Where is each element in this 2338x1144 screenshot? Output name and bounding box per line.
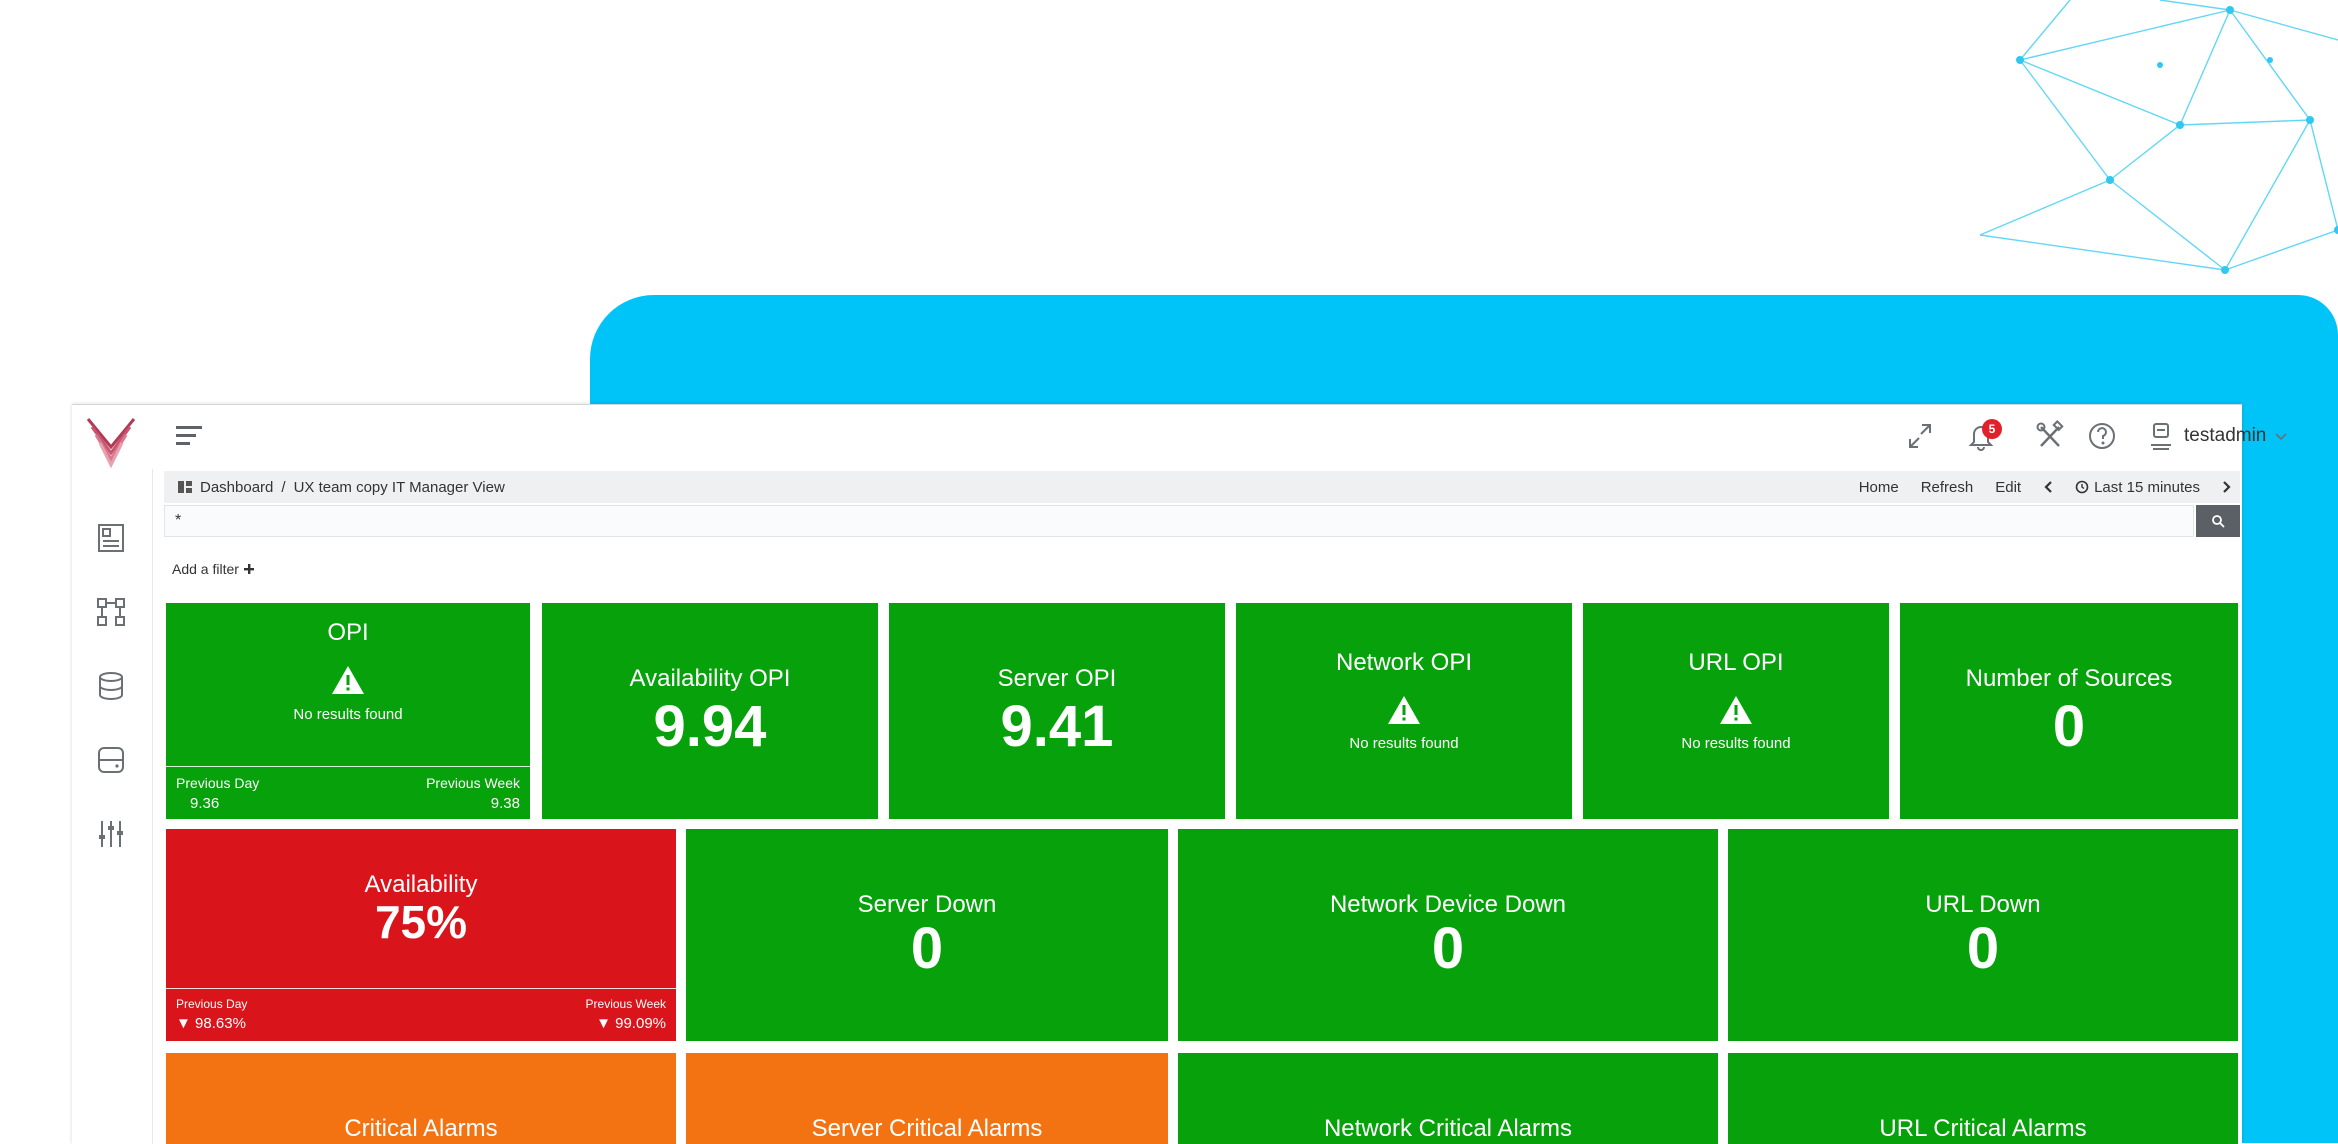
search-icon — [2212, 515, 2225, 528]
database-icon[interactable] — [94, 669, 128, 703]
breadcrumb-current: UX team copy IT Manager View — [293, 478, 505, 496]
tile-title: URL OPI — [1688, 649, 1784, 676]
topology-icon[interactable] — [94, 595, 128, 629]
query-input[interactable] — [164, 505, 2194, 537]
search-button[interactable] — [2196, 505, 2240, 537]
tile-network-opi[interactable]: Network OPI No results found — [1236, 603, 1572, 819]
tile-number-of-sources[interactable]: Number of Sources 0 — [1900, 603, 2238, 819]
dashboard-actions: Home Refresh Edit Last 15 minutes — [1859, 471, 2232, 503]
top-bar: 5 testadmin — [152, 405, 2287, 469]
tile-title: Server Critical Alarms — [811, 1115, 1043, 1142]
help-icon[interactable] — [2086, 419, 2118, 453]
previous-day-label: Previous Day — [176, 775, 260, 791]
breadcrumb: Dashboard / UX team copy IT Manager View — [178, 479, 505, 496]
settings-sliders-icon[interactable] — [94, 817, 128, 851]
tile-critical-alarms[interactable]: Critical Alarms — [166, 1053, 676, 1144]
tile-title: URL Critical Alarms — [1879, 1115, 2087, 1142]
previous-week: Previous Week 9.38 — [426, 775, 520, 812]
tile-value: 0 — [1431, 916, 1465, 981]
warning-icon — [1720, 696, 1752, 724]
breadcrumb-dashboard[interactable]: Dashboard — [200, 479, 273, 496]
app-window: 5 testadmin Dashboard / UX team copy IT … — [72, 404, 2287, 1144]
warning-icon — [332, 666, 364, 694]
tile-title: Number of Sources — [1965, 665, 2173, 692]
tile-value: 75% — [374, 896, 468, 948]
sidebar — [72, 405, 153, 1144]
tile-availability-opi[interactable]: Availability OPI 9.94 — [542, 603, 878, 819]
add-filter-link[interactable]: Add a filter — [172, 561, 255, 577]
tile-value: 0 — [910, 916, 944, 981]
tile-network-device-down[interactable]: Network Device Down 0 — [1178, 829, 1718, 1041]
no-results-text: No results found — [1681, 735, 1791, 752]
plus-icon — [243, 564, 254, 574]
previous-week-label: Previous Week — [426, 775, 520, 791]
tile-server-opi[interactable]: Server OPI 9.41 — [889, 603, 1225, 819]
tools-icon[interactable] — [2034, 419, 2066, 453]
tile-server-down[interactable]: Server Down 0 — [686, 829, 1168, 1041]
time-picker[interactable]: Last 15 minutes — [2075, 479, 2200, 496]
previous-week: Previous Week ▼ 99.09% — [586, 997, 666, 1032]
query-bar — [164, 505, 2240, 539]
tile-url-down[interactable]: URL Down 0 — [1728, 829, 2238, 1041]
expand-icon[interactable] — [1904, 419, 1936, 453]
tile-title: Availability OPI — [629, 665, 791, 692]
tile-value: 0 — [2052, 694, 2086, 759]
user-icon — [2151, 423, 2171, 450]
user-name: testadmin — [2184, 425, 2267, 446]
tile-title: Network Critical Alarms — [1323, 1115, 1573, 1142]
previous-week-label: Previous Week — [585, 997, 666, 1011]
previous-day: Previous Day ▼ 98.63% — [176, 997, 247, 1032]
breadcrumb-bar: Dashboard / UX team copy IT Manager View… — [164, 471, 2240, 503]
menu-toggle-icon[interactable] — [176, 423, 206, 449]
tile-footer: Previous Day ▼ 98.63% Previous Week ▼ 99… — [166, 988, 676, 1041]
tile-title: Network OPI — [1335, 649, 1473, 676]
tile-title: Server OPI — [997, 665, 1117, 692]
time-range-label: Last 15 minutes — [2094, 478, 2200, 496]
storage-icon[interactable] — [94, 743, 128, 777]
breadcrumb-separator: / — [281, 478, 286, 496]
notification-badge: 5 — [1982, 419, 2002, 439]
previous-day: Previous Day 9.36 — [176, 775, 259, 812]
tile-value: 9.94 — [653, 694, 767, 759]
tile-availability[interactable]: Availability 75% Previous Day ▼ 98.63% P… — [166, 829, 676, 1041]
no-results-text: No results found — [293, 706, 403, 723]
tile-url-opi[interactable]: URL OPI No results found — [1583, 603, 1889, 819]
chevron-right-icon[interactable] — [2222, 480, 2232, 494]
tile-value: 9.41 — [1000, 694, 1114, 759]
previous-week-value: 99.09% — [615, 1015, 666, 1032]
tile-network-critical-alarms[interactable]: Network Critical Alarms — [1178, 1053, 1718, 1144]
tile-title: OPI — [327, 619, 369, 646]
previous-week-trend: ▼ 99.09% — [586, 1015, 666, 1032]
tile-opi[interactable]: OPI No results found Previous Day 9.36 P… — [166, 603, 530, 819]
tile-title: Critical Alarms — [344, 1115, 498, 1142]
tile-footer: Previous Day 9.36 Previous Week 9.38 — [166, 766, 530, 819]
tile-url-critical-alarms[interactable]: URL Critical Alarms — [1728, 1053, 2238, 1144]
tile-server-critical-alarms[interactable]: Server Critical Alarms — [686, 1053, 1168, 1144]
previous-day-trend: ▼ 98.63% — [176, 1015, 247, 1032]
home-link[interactable]: Home — [1859, 479, 1899, 496]
previous-day-value: 9.36 — [190, 795, 220, 812]
dashboard-small-icon — [178, 481, 192, 493]
edit-link[interactable]: Edit — [1995, 479, 2021, 496]
tile-value: 0 — [1966, 916, 2000, 981]
previous-day-label: Previous Day — [176, 997, 248, 1011]
clock-icon — [2075, 480, 2089, 494]
user-menu[interactable]: testadmin — [2148, 419, 2288, 453]
dashboard-icon[interactable] — [94, 521, 128, 555]
warning-icon — [1388, 696, 1420, 724]
chevron-down-icon — [2275, 433, 2287, 441]
notifications-button[interactable]: 5 — [1966, 419, 2014, 453]
decorative-network-pattern — [1980, 0, 2338, 274]
no-results-text: No results found — [1349, 735, 1459, 752]
refresh-link[interactable]: Refresh — [1921, 479, 1974, 496]
arrow-down-icon: ▼ — [596, 1015, 611, 1032]
previous-day-value: 98.63% — [195, 1015, 246, 1032]
arrow-down-icon: ▼ — [176, 1015, 191, 1032]
chevron-left-icon[interactable] — [2043, 480, 2053, 494]
brand-logo-icon — [86, 418, 136, 469]
add-filter-label: Add a filter — [172, 561, 239, 577]
previous-week-value: 9.38 — [490, 795, 520, 812]
